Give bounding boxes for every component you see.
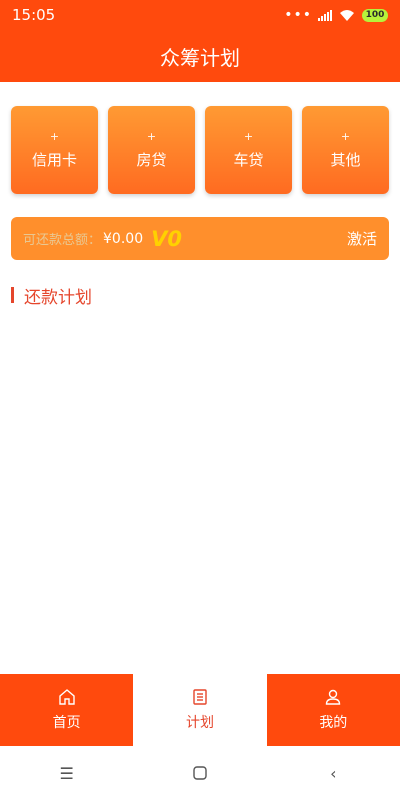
tile-other[interactable]: + 其他 bbox=[302, 106, 389, 194]
section-header: 还款计划 bbox=[11, 284, 92, 308]
activate-button[interactable]: 激活 bbox=[347, 228, 377, 249]
status-time: 15:05 bbox=[12, 6, 56, 24]
home-square-icon[interactable] bbox=[190, 763, 210, 783]
nav-item-home[interactable]: 首页 bbox=[0, 674, 134, 746]
bottom-nav: 首页 计划 我的 bbox=[0, 674, 400, 746]
plus-icon: + bbox=[340, 129, 351, 143]
plus-icon: + bbox=[243, 129, 254, 143]
home-icon bbox=[58, 689, 75, 705]
more-dots-icon: ••• bbox=[284, 7, 312, 23]
battery-icon: 100 bbox=[362, 8, 388, 22]
tile-label: 其他 bbox=[330, 150, 361, 169]
balance-label: 可还款总额： bbox=[23, 233, 102, 248]
nav-item-plan[interactable]: 计划 bbox=[133, 674, 267, 746]
signal-icon bbox=[318, 9, 332, 21]
app-header: 众筹计划 bbox=[0, 30, 400, 82]
tile-car-loan[interactable]: + 车贷 bbox=[205, 106, 292, 194]
back-icon[interactable]: ‹ bbox=[323, 763, 343, 783]
tile-label: 房贷 bbox=[136, 150, 167, 169]
section-accent-bar bbox=[11, 287, 14, 303]
tile-credit-card[interactable]: + 信用卡 bbox=[11, 106, 98, 194]
status-indicators: ••• 100 bbox=[284, 8, 388, 22]
list-icon bbox=[193, 689, 207, 705]
tile-label: 信用卡 bbox=[31, 150, 77, 169]
nav-item-profile[interactable]: 我的 bbox=[266, 674, 400, 746]
nav-label: 我的 bbox=[319, 715, 348, 731]
plus-icon: + bbox=[146, 129, 157, 143]
category-tiles: + 信用卡 + 房贷 + 车贷 + 其他 bbox=[11, 106, 389, 194]
repayment-balance-bar: 可还款总额： ¥0.00 V0 激活 bbox=[11, 217, 389, 260]
balance-amount: ¥0.00 bbox=[103, 230, 144, 247]
menu-icon[interactable]: ☰ bbox=[57, 763, 77, 783]
system-nav-bar: ☰ ‹ bbox=[0, 746, 400, 800]
nav-label: 计划 bbox=[185, 715, 214, 731]
nav-label: 首页 bbox=[52, 715, 81, 731]
tile-label: 车贷 bbox=[233, 150, 264, 169]
section-title: 还款计划 bbox=[24, 287, 92, 308]
plus-icon: + bbox=[49, 129, 60, 143]
wifi-icon bbox=[340, 10, 354, 21]
status-bar: 15:05 ••• 100 bbox=[0, 0, 400, 30]
vip-level-badge: V0 bbox=[151, 226, 182, 251]
tile-mortgage[interactable]: + 房贷 bbox=[108, 106, 195, 194]
user-icon bbox=[326, 689, 341, 705]
battery-level: 100 bbox=[365, 10, 385, 20]
page-title: 众筹计划 bbox=[160, 45, 240, 70]
